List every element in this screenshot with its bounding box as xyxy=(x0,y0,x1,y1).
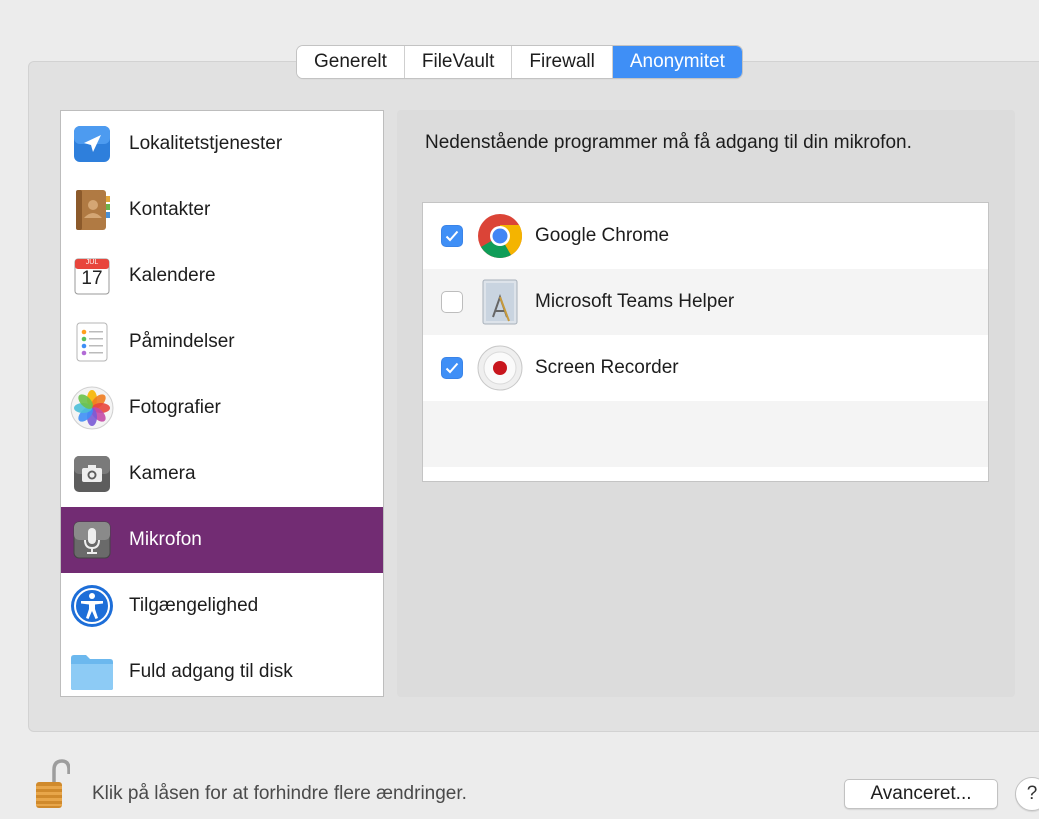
calendar-icon: JUL 17 xyxy=(69,253,115,299)
sidebar-item-label: Kalendere xyxy=(129,265,216,286)
sidebar-item-label: Lokalitetstjenester xyxy=(129,133,283,154)
generic-app-icon xyxy=(475,277,525,327)
lock-icon[interactable] xyxy=(34,758,71,810)
checkbox-microsoft-teams-helper[interactable] xyxy=(441,291,463,313)
record-icon xyxy=(475,343,525,393)
app-row-screen-recorder[interactable]: Screen Recorder xyxy=(423,335,988,401)
checkbox-google-chrome[interactable] xyxy=(441,225,463,247)
lock-hint-text: Klik på låsen for at forhindre flere ænd… xyxy=(92,783,467,804)
sidebar-item-microphone[interactable]: Mikrofon xyxy=(61,507,383,573)
sidebar-item-label: Tilgængelighed xyxy=(129,595,259,616)
microphone-icon xyxy=(69,517,115,563)
app-permission-list[interactable]: Google Chrome Microsoft Teams Helper Scr… xyxy=(422,202,989,482)
panel-description: Nedenstående programmer må få adgang til… xyxy=(425,132,912,153)
tab-privacy[interactable]: Anonymitet xyxy=(612,46,742,78)
tab-bar: Generelt FileVault Firewall Anonymitet xyxy=(297,46,742,78)
folder-icon xyxy=(69,649,115,695)
sidebar-item-label: Kontakter xyxy=(129,199,211,220)
sidebar-item-photos[interactable]: Fotografier xyxy=(61,375,383,441)
app-row-google-chrome[interactable]: Google Chrome xyxy=(423,203,988,269)
chrome-icon xyxy=(475,211,525,261)
camera-icon xyxy=(69,451,115,497)
photos-icon xyxy=(69,385,115,431)
checkmark-icon xyxy=(445,230,459,242)
sidebar-item-label: Mikrofon xyxy=(129,529,202,550)
app-name: Screen Recorder xyxy=(535,357,679,378)
sidebar-item-reminders[interactable]: Påmindelser xyxy=(61,309,383,375)
tab-firewall[interactable]: Firewall xyxy=(512,46,613,78)
sidebar-item-accessibility[interactable]: Tilgængelighed xyxy=(61,573,383,639)
sidebar-item-label: Fotografier xyxy=(129,397,221,418)
reminders-icon xyxy=(69,319,115,365)
advanced-button[interactable]: Avanceret... xyxy=(844,779,998,809)
sidebar-item-contacts[interactable]: Kontakter xyxy=(61,177,383,243)
calendar-month-label: JUL xyxy=(85,259,99,266)
sidebar-item-camera[interactable]: Kamera xyxy=(61,441,383,507)
sidebar-item-calendars[interactable]: JUL 17 Kalendere xyxy=(61,243,383,309)
app-name: Google Chrome xyxy=(535,225,670,246)
accessibility-icon xyxy=(69,583,115,629)
sidebar-item-label: Påmindelser xyxy=(129,331,235,352)
help-button[interactable]: ? xyxy=(1015,777,1039,811)
checkbox-screen-recorder[interactable] xyxy=(441,357,463,379)
microphone-permissions-panel: Nedenstående programmer må få adgang til… xyxy=(397,110,1015,697)
tab-filevault[interactable]: FileVault xyxy=(404,46,513,78)
sidebar-item-full-disk-access[interactable]: Fuld adgang til disk xyxy=(61,639,383,696)
contacts-book-icon xyxy=(69,187,115,233)
security-privacy-window: Generelt FileVault Firewall Anonymitet L… xyxy=(0,0,1039,819)
calendar-day-label: 17 xyxy=(81,268,103,289)
app-row-microsoft-teams-helper[interactable]: Microsoft Teams Helper xyxy=(423,269,988,335)
tab-general[interactable]: Generelt xyxy=(297,46,405,78)
location-arrow-icon xyxy=(69,121,115,167)
sidebar-item-label: Kamera xyxy=(129,463,196,484)
privacy-category-list[interactable]: Lokalitetstjenester Kontakter JUL 17 Kal… xyxy=(60,110,384,697)
app-name: Microsoft Teams Helper xyxy=(535,291,735,312)
app-row-empty xyxy=(423,401,988,467)
checkmark-icon xyxy=(445,362,459,374)
sidebar-item-location-services[interactable]: Lokalitetstjenester xyxy=(61,111,383,177)
sidebar-item-label: Fuld adgang til disk xyxy=(129,661,293,682)
